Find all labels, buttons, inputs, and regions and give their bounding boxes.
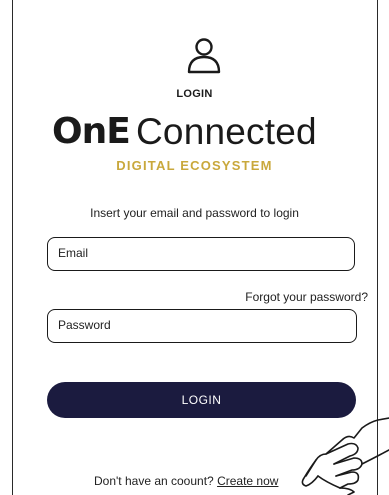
email-field[interactable]: Email	[47, 237, 355, 271]
page-title: LOGIN	[176, 88, 213, 100]
logo-one-text: OnE	[52, 111, 131, 152]
login-instruction: Insert your email and password to login	[90, 206, 299, 220]
forgot-password-link[interactable]: Forgot your password?	[245, 290, 368, 304]
brand-logo: OnE Connected	[52, 112, 362, 152]
password-placeholder: Password	[58, 318, 111, 332]
brand-tagline: DIGITAL ECOSYSTEM	[116, 158, 273, 173]
password-field[interactable]: Password	[47, 309, 357, 343]
create-account-link[interactable]: Create now	[217, 474, 278, 488]
user-icon	[187, 38, 221, 74]
logo-connected-text: Connected	[136, 111, 317, 152]
frame-left-border	[12, 0, 13, 495]
email-placeholder: Email	[58, 246, 89, 260]
signup-prompt: Don't have an coount? Create now	[94, 474, 278, 488]
pointing-hand-icon	[301, 417, 389, 495]
signup-text: Don't have an coount?	[94, 474, 214, 488]
